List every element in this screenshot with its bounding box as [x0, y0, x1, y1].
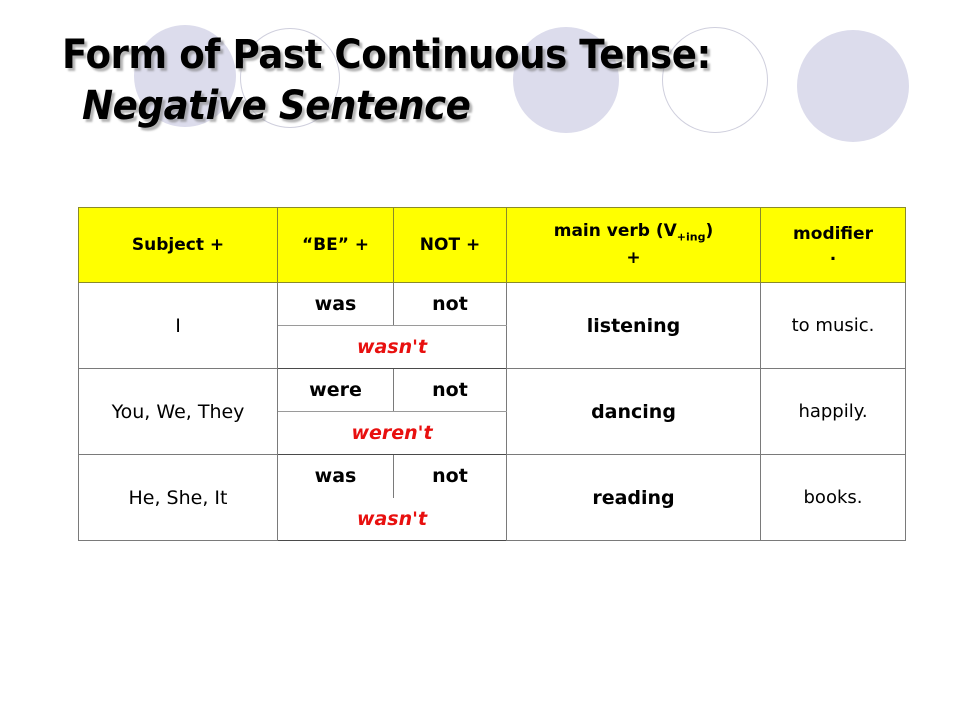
header-subject: Subject + — [78, 207, 278, 283]
header-not: NOT + — [393, 207, 507, 283]
header-modifier-text: modifier — [793, 224, 873, 244]
cell-be: was — [277, 282, 394, 326]
slide-canvas: Form of Past Continuous Tense: Negative … — [0, 0, 960, 720]
header-main-verb-plus: + — [626, 247, 641, 268]
cell-contraction: weren't — [277, 411, 507, 455]
header-modifier-period: . — [829, 245, 837, 265]
header-main-verb-subscript: +ing — [676, 230, 706, 244]
table-row: I was not listening to music. — [78, 282, 906, 369]
cell-modifier: books. — [760, 454, 906, 541]
cell-modifier: happily. — [760, 368, 906, 455]
table-row: He, She, It was not reading books. — [78, 454, 906, 541]
cell-modifier: to music. — [760, 282, 906, 369]
cell-subject: I — [78, 282, 278, 369]
cell-main-verb: listening — [506, 282, 761, 369]
cell-not: not — [393, 282, 507, 326]
cell-not: not — [393, 368, 507, 412]
cell-not: not — [393, 454, 507, 498]
cell-subject: You, We, They — [78, 368, 278, 455]
past-continuous-negative-table: Subject + “BE” + NOT + main verb (V+ing)… — [78, 207, 906, 541]
header-main-verb: main verb (V+ing) + — [506, 207, 761, 283]
cell-main-verb: reading — [506, 454, 761, 541]
header-main-verb-close: ) — [705, 221, 714, 242]
header-modifier: modifier . — [760, 207, 906, 283]
cell-contraction: wasn't — [277, 497, 507, 541]
cell-contraction: wasn't — [277, 325, 507, 369]
table-header-row: Subject + “BE” + NOT + main verb (V+ing)… — [78, 207, 906, 283]
slide-title: Form of Past Continuous Tense: Negative … — [62, 30, 822, 132]
cell-subject: He, She, It — [78, 454, 278, 541]
table-row: You, We, They were not dancing happily. — [78, 368, 906, 455]
header-main-verb-text: main verb (V — [553, 221, 677, 242]
cell-main-verb: dancing — [506, 368, 761, 455]
cell-be: was — [277, 454, 394, 498]
cell-be: were — [277, 368, 394, 412]
title-line-primary: Form of Past Continuous Tense: — [62, 32, 711, 78]
title-line-secondary: Negative Sentence — [82, 83, 471, 129]
header-be: “BE” + — [277, 207, 394, 283]
